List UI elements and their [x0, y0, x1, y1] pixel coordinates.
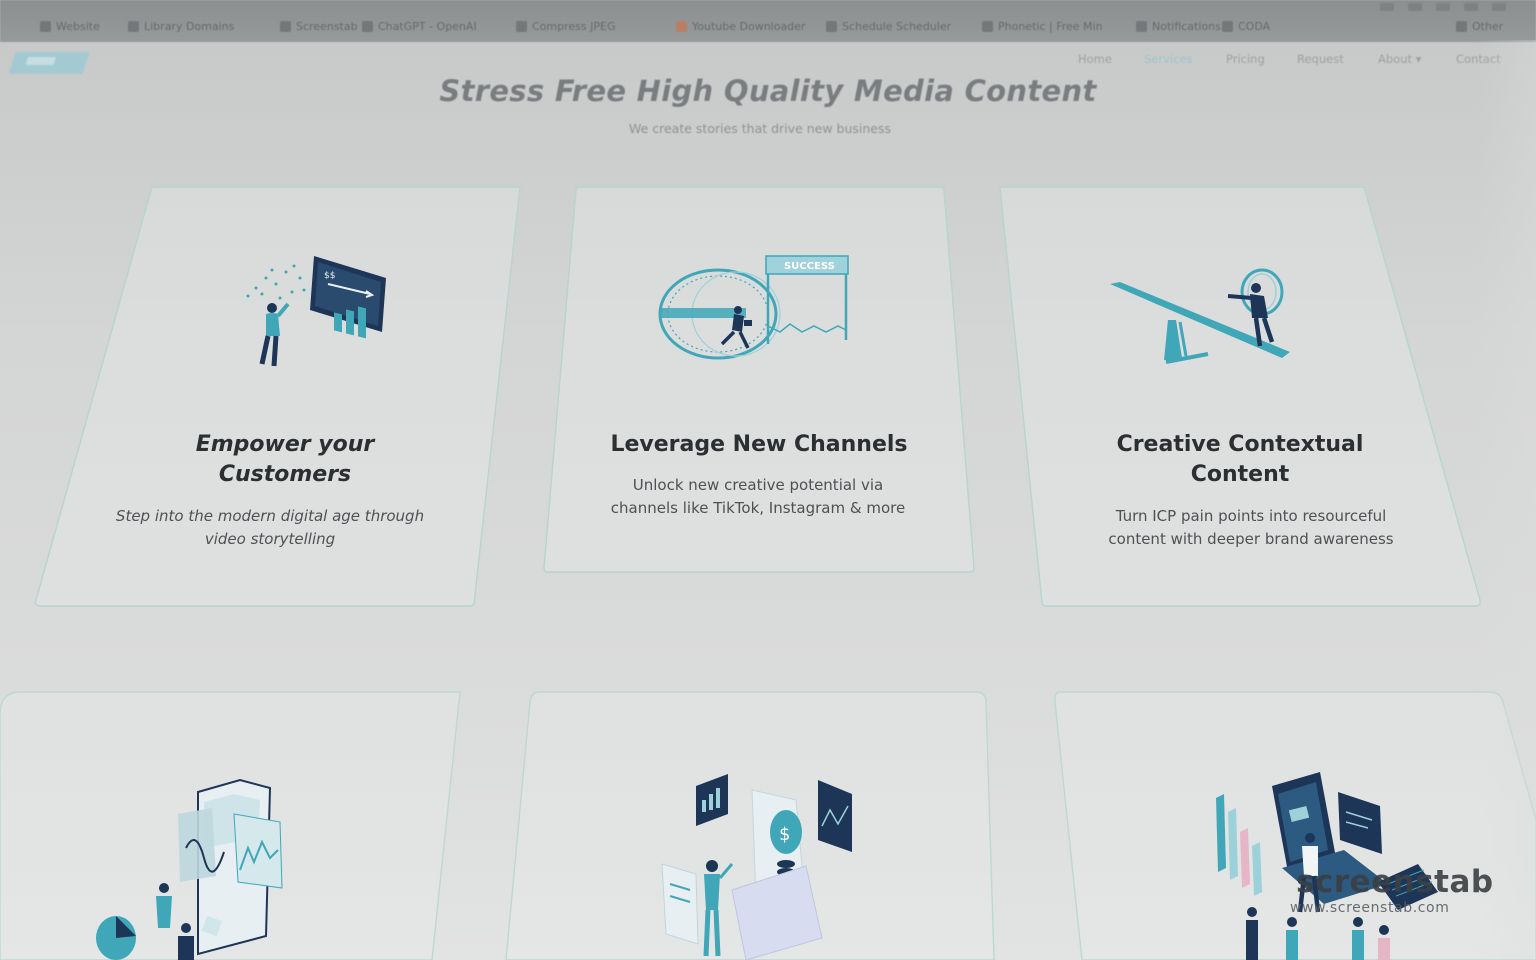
card-2-text-line2: channels like TikTok, Instagram & more: [610, 499, 906, 517]
card-2-title: Leverage New Channels: [610, 432, 908, 457]
edge-fade: [1476, 40, 1536, 960]
card-2-text-line1: Unlock new creative potential via: [632, 476, 884, 494]
svg-text:$: $: [779, 824, 790, 845]
card-1-title: Empower your Customers: [120, 430, 450, 490]
watermark-name: screenstab: [1296, 864, 1494, 900]
watermark-url: www.screenstab.com: [1290, 900, 1450, 916]
seesaw-illustration: [1110, 268, 1290, 364]
card-1-text: Step into the modern digital age through…: [90, 505, 450, 551]
card-3-title-line1: Creative Contextual: [1116, 432, 1364, 457]
card-1-title-line1: Empower your: [195, 432, 375, 457]
card-3-title-line2: Content: [1190, 462, 1290, 487]
card-3-text-line2: content with deeper brand awareness: [1108, 530, 1394, 548]
hamster-wheel-success-illustration: SUCCESS: [658, 255, 849, 360]
card-2-text: Unlock new creative potential via channe…: [580, 474, 936, 520]
card-1-text-line2: video storytelling: [204, 530, 336, 548]
finance-documents-illustration: $: [661, 774, 852, 960]
growth-chart-illustration: $$: [246, 256, 386, 367]
card-3-title: Creative Contextual Content: [1080, 430, 1400, 490]
card-1-text-line1: Step into the modern digital age through: [115, 507, 425, 525]
success-banner-text: SUCCESS: [784, 261, 835, 272]
card-3-text: Turn ICP pain points into resourceful co…: [1066, 505, 1436, 551]
card-3-text-line1: Turn ICP pain points into resourceful: [1115, 507, 1387, 525]
analytics-dashboard-illustration: [96, 778, 283, 960]
card-1-title-line2: Customers: [218, 462, 352, 487]
svg-text:$$: $$: [324, 271, 335, 281]
screenstab-watermark: screenstab www.screenstab.com: [1290, 864, 1500, 924]
